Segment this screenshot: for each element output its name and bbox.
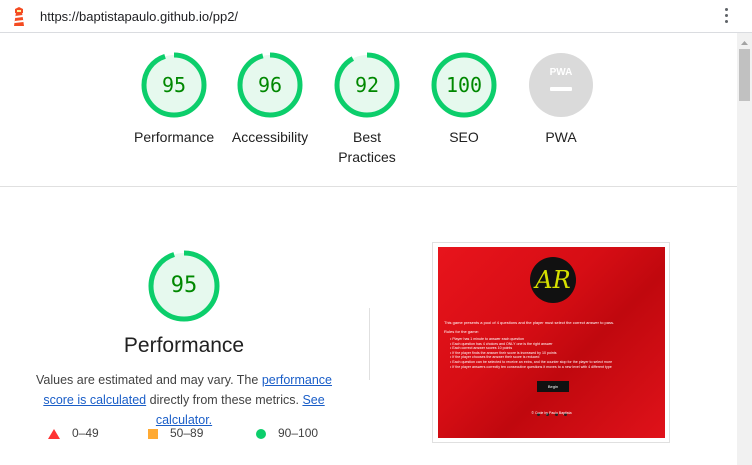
gauge-label: SEO — [449, 129, 479, 145]
legend-range: 50–89 — [170, 426, 204, 440]
orange-square-icon — [148, 428, 158, 439]
gauge-label: Best Practices — [338, 129, 396, 165]
thumbnail-rules-title: Rules for the game: — [444, 329, 479, 334]
gauge-accessibility[interactable]: 96 Accessibility — [228, 51, 312, 147]
note-prefix: Values are estimated and may vary. The — [36, 373, 262, 387]
gauge-score: 95 — [161, 73, 187, 97]
thumbnail-footer: © Code by Paulo Baptista — [531, 411, 572, 415]
pwa-badge-text: PWA — [549, 67, 573, 78]
gauge-score: 100 — [445, 73, 483, 97]
kebab-menu-icon[interactable] — [721, 8, 731, 26]
gauge-score: 96 — [257, 73, 283, 97]
performance-gauge: 95 — [147, 249, 221, 323]
gauge-best-practices[interactable]: 92 Best Practices — [331, 51, 403, 167]
vertical-divider — [369, 308, 370, 380]
scrollbar[interactable] — [737, 33, 752, 465]
gauge-seo[interactable]: 100 SEO — [424, 51, 504, 147]
green-circle-icon — [256, 428, 266, 439]
report-content: 95 Performance 96 Accessibility 92 Best … — [0, 33, 737, 465]
performance-score: 95 — [170, 273, 198, 298]
gauge-performance[interactable]: 95 Performance — [134, 51, 214, 147]
legend-range: 90–100 — [278, 426, 319, 440]
legend-fail: 0–49 — [48, 426, 99, 440]
thumbnail-rules: Player has 1 minute to answer each quest… — [450, 337, 660, 369]
site-logo: AR — [530, 257, 576, 303]
note-middle: directly from these metrics. — [146, 393, 303, 407]
metrics-note: Values are estimated and may vary. The p… — [20, 370, 348, 430]
gauge-score: 92 — [354, 73, 380, 97]
gauge-label: Performance — [134, 129, 215, 145]
legend-average: 50–89 — [148, 426, 203, 440]
browser-toolbar: https://baptistapaulo.github.io/pp2/ — [0, 0, 752, 33]
legend-pass: 90–100 — [256, 426, 318, 440]
report-url[interactable]: https://baptistapaulo.github.io/pp2/ — [40, 9, 238, 24]
gauge-pwa[interactable]: PWA PWA — [521, 51, 601, 147]
gauge-label: Accessibility — [231, 129, 309, 145]
section-divider — [0, 186, 737, 187]
page-thumbnail: AR This game presents a pool of 4 questi… — [438, 247, 665, 438]
thumbnail-intro: This game presents a pool of 4 questions… — [444, 320, 615, 325]
legend-range: 0–49 — [72, 426, 99, 440]
red-triangle-icon — [48, 428, 60, 439]
rule-item: If the player answers correctly ten cons… — [450, 365, 660, 370]
gauge-label: PWA — [545, 129, 577, 145]
lighthouse-icon — [11, 7, 27, 27]
scroll-up-arrow-icon[interactable] — [737, 35, 752, 45]
final-screenshot[interactable]: AR This game presents a pool of 4 questi… — [432, 242, 670, 443]
scrollbar-thumb[interactable] — [739, 49, 750, 101]
social-icons — [534, 403, 574, 416]
thumbnail-begin-button: Begin — [537, 381, 569, 392]
performance-title: Performance — [123, 334, 245, 357]
